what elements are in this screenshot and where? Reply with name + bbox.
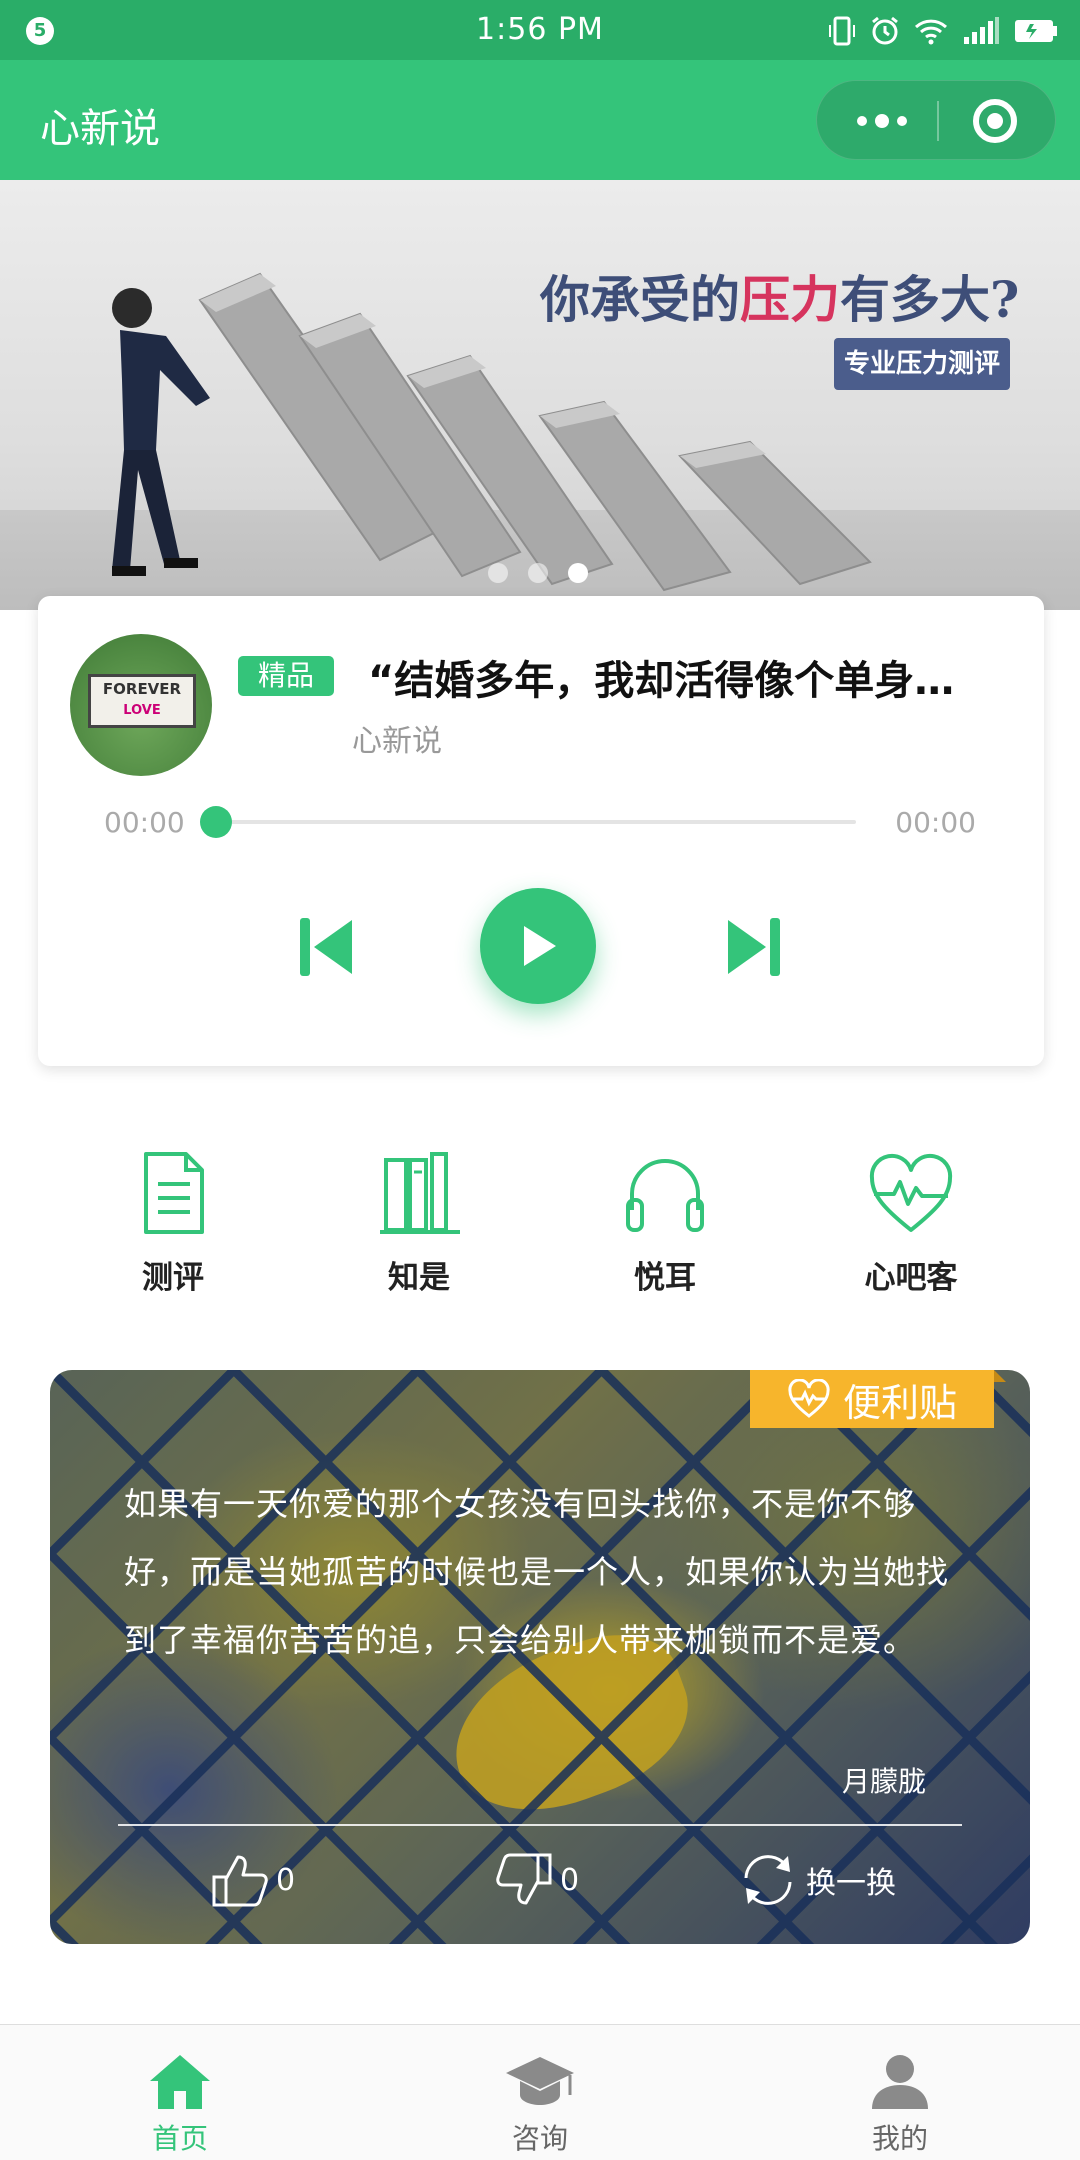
books-icon: [380, 1152, 460, 1234]
status-icons: [828, 14, 1058, 48]
quote-text: 如果有一天你爱的那个女孩没有回头找你，不是你不够好，而是当她孤苦的时候也是一个人…: [124, 1485, 950, 1659]
play-icon: [524, 926, 556, 966]
wifi-icon: [914, 19, 948, 45]
quote-author: 月朦胧: [841, 1765, 926, 1798]
premium-badge: 精品: [238, 656, 334, 696]
menu-item-podcast[interactable]: 心吧客: [788, 1140, 1034, 1320]
dislike-count: 0: [560, 1862, 580, 1898]
graduation-cap-icon: [506, 2057, 574, 2105]
carousel-dot[interactable]: [488, 563, 508, 583]
menu-item-assessment[interactable]: 测评: [50, 1140, 296, 1320]
sticky-note-ribbon: 便利贴: [750, 1370, 1006, 1428]
menu-item-label: 心吧客: [864, 1260, 958, 1296]
page-title: 心新说: [40, 106, 160, 152]
vibrate-icon: [829, 16, 855, 46]
heartbeat-icon: [869, 1153, 953, 1232]
current-time: 00:00: [104, 806, 185, 839]
menu-item-knowledge[interactable]: 知是: [296, 1140, 542, 1320]
banner-illustration: [112, 272, 872, 592]
audio-player-card: FOREVER LOVE 精品 “结婚多年，我却活得像个单身… 心新说 00:00…: [38, 596, 1044, 1066]
status-bar: 5 1:56 PM: [0, 0, 1080, 60]
carousel-dots: [488, 563, 588, 583]
swap-quote-button[interactable]: 换一换: [736, 1850, 896, 1910]
progress-bar[interactable]: [200, 806, 856, 838]
play-button[interactable]: [480, 888, 596, 1004]
menu-item-audio[interactable]: 悦耳: [542, 1140, 788, 1320]
skip-previous-icon: [300, 918, 352, 976]
signal-icon: [964, 17, 999, 44]
more-dots-icon[interactable]: [847, 81, 917, 161]
menu-item-label: 悦耳: [634, 1260, 696, 1296]
tab-home[interactable]: 首页: [0, 2025, 360, 2160]
banner-carousel[interactable]: 你承受的压力有多大? 专业压力测评: [0, 180, 1080, 610]
app-root: 5 1:56 PM 心新说 你承受的压力有多大? 专业压力测评 FOREVER …: [0, 0, 1080, 2160]
tab-profile[interactable]: 我的: [720, 2025, 1080, 2160]
battery-icon: [1015, 20, 1057, 42]
progress-handle[interactable]: [200, 806, 232, 838]
duration-time: 00:00: [895, 806, 976, 839]
miniprogram-capsule: [816, 80, 1056, 160]
like-button[interactable]: 0: [210, 1850, 295, 1910]
headphones-icon: [626, 1159, 704, 1232]
ribbon-label: 便利贴: [842, 1380, 957, 1425]
refresh-icon: [744, 1855, 792, 1905]
app-header: 心新说: [0, 60, 1080, 180]
tab-label: 咨询: [511, 2122, 568, 2155]
banner-tag[interactable]: 专业压力测评: [834, 338, 1010, 390]
bottom-tab-bar: 首页 咨询 我的: [0, 2024, 1080, 2160]
swap-label: 换一换: [806, 1866, 896, 1901]
track-title[interactable]: “结婚多年，我却活得像个单身…: [368, 648, 1018, 706]
previous-track-button[interactable]: [296, 914, 356, 980]
note-divider: [118, 1824, 962, 1826]
record-circle-icon[interactable]: [973, 99, 1017, 143]
like-count: 0: [276, 1862, 296, 1898]
track-author: 心新说: [352, 724, 442, 759]
dislike-button[interactable]: 0: [494, 1850, 579, 1910]
carousel-dot[interactable]: [528, 563, 548, 583]
user-icon: [872, 2055, 928, 2109]
alarm-icon: [872, 16, 898, 45]
home-icon: [150, 2055, 210, 2109]
banner-headline: 你承受的压力有多大?: [540, 270, 1020, 329]
quick-menu: 测评 知是 悦耳 心吧客: [0, 1140, 1080, 1320]
thumbs-down-icon: [496, 1853, 552, 1905]
capsule-divider: [937, 101, 939, 141]
menu-item-label: 测评: [142, 1260, 204, 1296]
skip-next-icon: [728, 918, 780, 976]
cover-sign: FOREVER LOVE: [88, 674, 196, 728]
next-track-button[interactable]: [724, 914, 784, 980]
heart-pulse-icon: [788, 1379, 830, 1418]
thumbs-up-icon: [212, 1855, 268, 1907]
quote-note-card: 便利贴 如果有一天你爱的那个女孩没有回头找你，不是你不够好，而是当她孤苦的时候也…: [50, 1370, 1030, 1944]
tab-label: 我的: [871, 2122, 928, 2155]
track-cover-image[interactable]: FOREVER LOVE: [70, 634, 212, 776]
tab-label: 首页: [151, 2122, 208, 2155]
carousel-dot-active[interactable]: [568, 563, 588, 583]
document-icon: [144, 1152, 204, 1234]
menu-item-label: 知是: [388, 1260, 450, 1296]
tab-consult[interactable]: 咨询: [360, 2025, 720, 2160]
